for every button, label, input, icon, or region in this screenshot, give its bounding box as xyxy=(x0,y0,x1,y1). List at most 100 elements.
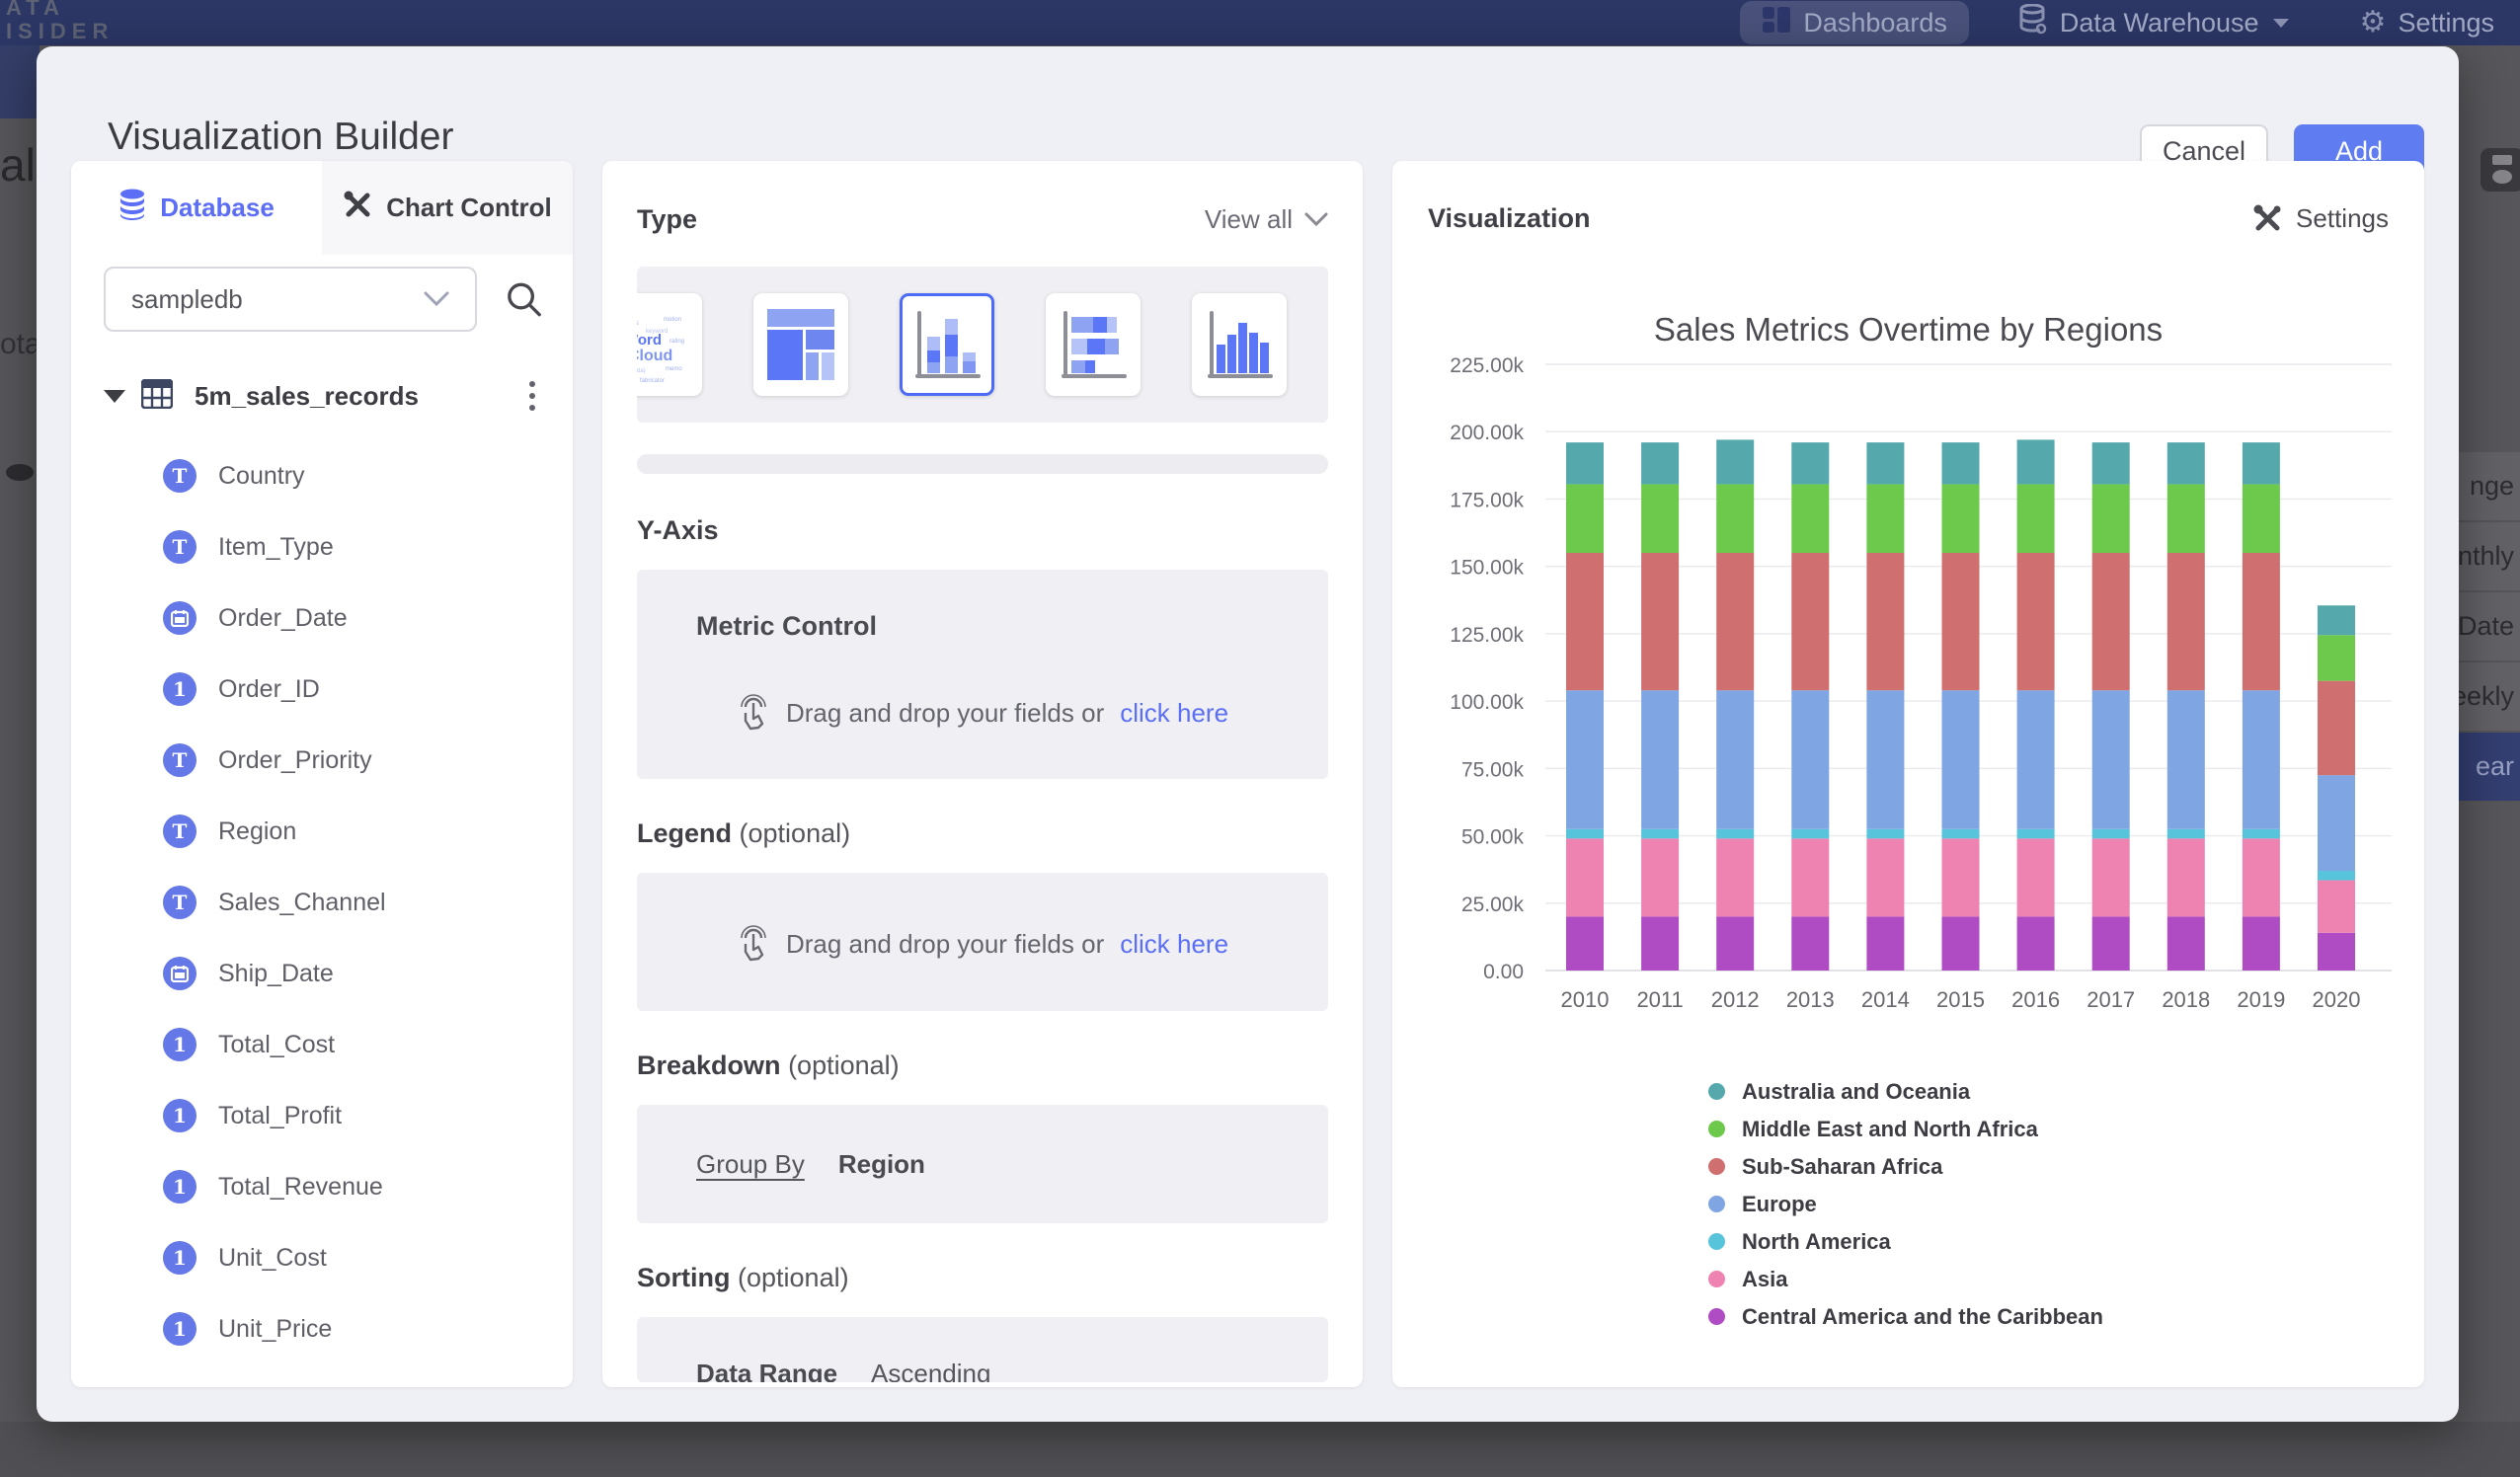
tap-hand-icon xyxy=(737,924,770,964)
number-field-icon: 1 xyxy=(163,1099,197,1132)
kebab-menu-icon[interactable] xyxy=(519,377,545,415)
field-item-item_type[interactable]: TItem_Type xyxy=(71,511,573,583)
group-by-label[interactable]: Group By xyxy=(696,1149,805,1180)
svg-text:50.00k: 50.00k xyxy=(1461,826,1525,849)
caret-down-icon[interactable] xyxy=(104,390,125,403)
svg-text:200.00k: 200.00k xyxy=(1450,422,1524,444)
chart-config-panel: Type View all messmotionkeywordWordratin… xyxy=(602,161,1363,1387)
chart-settings-button[interactable]: Settings xyxy=(2251,202,2389,234)
dashboards-icon xyxy=(1762,6,1791,40)
svg-text:2017: 2017 xyxy=(2087,987,2135,1012)
svg-text:2020: 2020 xyxy=(2313,987,2361,1012)
svg-text:125.00k: 125.00k xyxy=(1450,624,1524,647)
database-select[interactable]: sampledb xyxy=(104,267,477,332)
svg-text:225.00k: 225.00k xyxy=(1450,354,1524,377)
horizontal-scrollbar[interactable] xyxy=(637,454,1328,474)
number-field-icon: 1 xyxy=(163,672,197,706)
click-here-link[interactable]: click here xyxy=(1120,929,1228,960)
nav-item-settings[interactable]: ⚙ Settings xyxy=(2338,0,2516,45)
chart-type-treemap[interactable] xyxy=(753,293,848,396)
chart-type-column[interactable] xyxy=(1192,293,1287,396)
table-tree-node[interactable]: 5m_sales_records xyxy=(104,377,545,415)
legend-item[interactable]: Europe xyxy=(1708,1190,2103,1218)
field-item-order_date[interactable]: Order_Date xyxy=(71,583,573,654)
legend-dot xyxy=(1708,1271,1725,1287)
date-field-icon xyxy=(163,601,197,635)
number-field-icon: 1 xyxy=(163,1170,197,1204)
legend-item[interactable]: Central America and the Caribbean xyxy=(1708,1302,2103,1331)
chart-type-strip: messmotionkeywordWordratingCloud(data)me… xyxy=(637,267,1328,423)
data-warehouse-icon xyxy=(2018,4,2048,42)
field-item-country[interactable]: TCountry xyxy=(71,440,573,511)
field-item-unit_price[interactable]: 1Unit_Price xyxy=(71,1293,573,1364)
sorting-direction: Ascending xyxy=(871,1359,990,1382)
nav-item-dashboards[interactable]: Dashboards xyxy=(1740,1,1969,44)
y-axis-heading: Y-Axis xyxy=(637,515,1328,546)
sorting-card[interactable]: Data Range Ascending xyxy=(637,1317,1328,1382)
chart-type-stacked-column[interactable] xyxy=(900,293,994,396)
chevron-down-icon xyxy=(2273,19,2289,28)
table-name: 5m_sales_records xyxy=(195,381,504,412)
field-item-total_revenue[interactable]: 1Total_Revenue xyxy=(71,1151,573,1222)
field-item-total_profit[interactable]: 1Total_Profit xyxy=(71,1080,573,1151)
legend-dot xyxy=(1708,1158,1725,1175)
tools-icon xyxy=(2251,202,2283,234)
svg-text:2010: 2010 xyxy=(1561,987,1610,1012)
svg-text:motion: motion xyxy=(664,317,681,323)
visualization-builder-modal: Visualization Builder Cancel Add Databas… xyxy=(37,46,2459,1422)
modal-title: Visualization Builder xyxy=(108,116,454,159)
field-item-sales_channel[interactable]: TSales_Channel xyxy=(71,867,573,938)
svg-text:2018: 2018 xyxy=(2162,987,2210,1012)
left-panel-tabs: Database Chart Control xyxy=(71,161,573,255)
legend-dot xyxy=(1708,1083,1725,1100)
sorting-heading: Sorting (optional) xyxy=(637,1263,1328,1293)
svg-text:memo: memo xyxy=(666,366,682,372)
modal-backdrop xyxy=(0,1422,2520,1477)
field-item-ship_date[interactable]: Ship_Date xyxy=(71,938,573,1009)
legend-item[interactable]: Australia and Oceania xyxy=(1708,1077,2103,1106)
legend-dropzone[interactable]: Drag and drop your fields or click here xyxy=(637,873,1328,1011)
svg-text:75.00k: 75.00k xyxy=(1461,758,1525,781)
svg-text:2019: 2019 xyxy=(2237,987,2285,1012)
breakdown-heading: Breakdown (optional) xyxy=(637,1050,1328,1081)
chevron-down-icon xyxy=(424,291,449,307)
search-icon[interactable] xyxy=(503,277,545,321)
text-field-icon: T xyxy=(163,459,197,493)
field-list: TCountryTItem_TypeOrder_Date1Order_IDTOr… xyxy=(71,440,573,1364)
visualization-heading: Visualization xyxy=(1428,203,1591,234)
legend-item[interactable]: Middle East and North Africa xyxy=(1708,1115,2103,1143)
text-field-icon: T xyxy=(163,815,197,848)
svg-text:rating: rating xyxy=(669,339,684,345)
breakdown-card[interactable]: Group By Region xyxy=(637,1105,1328,1223)
legend-item[interactable]: Asia xyxy=(1708,1265,2103,1293)
field-item-unit_cost[interactable]: 1Unit_Cost xyxy=(71,1222,573,1293)
field-item-order_priority[interactable]: TOrder_Priority xyxy=(71,725,573,796)
legend-dot xyxy=(1708,1121,1725,1137)
stacked-bar-chart: 0.0025.00k50.00k75.00k100.00k125.00k150.… xyxy=(1392,336,2424,1027)
chart-type-stacked-bar[interactable] xyxy=(1046,293,1141,396)
app-logo: ATA xyxy=(6,0,65,20)
click-here-link[interactable]: click here xyxy=(1120,698,1228,729)
view-all-dropdown[interactable]: View all xyxy=(1205,204,1328,235)
legend-item[interactable]: North America xyxy=(1708,1227,2103,1256)
tab-database[interactable]: Database xyxy=(71,161,322,255)
sorting-field: Data Range xyxy=(696,1359,837,1382)
tap-hand-icon xyxy=(737,693,770,733)
top-navbar: ATA ISIDER Dashboards Data Warehouse ⚙ S… xyxy=(0,0,2520,45)
svg-text:mess: mess xyxy=(637,320,639,327)
tab-chart-control[interactable]: Chart Control xyxy=(322,161,573,255)
chart-type-word-cloud[interactable]: messmotionkeywordWordratingCloud(data)me… xyxy=(637,293,702,396)
visualization-panel: Visualization Settings Sales Metrics Ove… xyxy=(1392,161,2424,1387)
legend-item[interactable]: Sub-Saharan Africa xyxy=(1708,1152,2103,1181)
metric-control-dropzone[interactable]: Metric Control Drag and drop your fields… xyxy=(637,570,1328,779)
svg-text:2012: 2012 xyxy=(1711,987,1760,1012)
field-item-region[interactable]: TRegion xyxy=(71,796,573,867)
field-item-order_id[interactable]: 1Order_ID xyxy=(71,654,573,725)
svg-text:(data): (data) xyxy=(637,368,646,374)
date-field-icon xyxy=(163,957,197,990)
field-item-total_cost[interactable]: 1Total_Cost xyxy=(71,1009,573,1080)
nav-item-data-warehouse[interactable]: Data Warehouse xyxy=(1997,0,2311,45)
svg-text:150.00k: 150.00k xyxy=(1450,557,1524,580)
gear-icon: ⚙ xyxy=(2360,8,2387,38)
svg-text:2015: 2015 xyxy=(1936,987,1985,1012)
